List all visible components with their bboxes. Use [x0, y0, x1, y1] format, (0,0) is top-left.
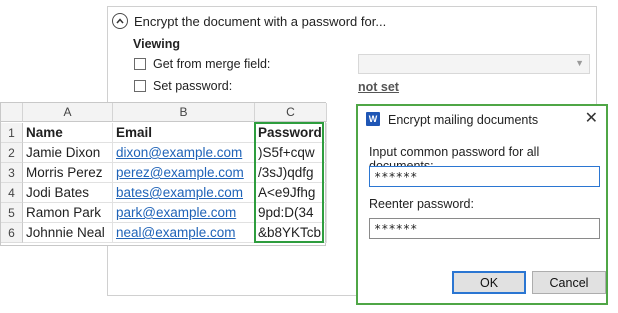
name-cell[interactable]: Johnnie Neal	[23, 223, 113, 243]
set-password-label: Set password:	[153, 79, 233, 93]
email-cell[interactable]: dixon@example.com	[113, 143, 255, 163]
name-cell[interactable]: Ramon Park	[23, 203, 113, 223]
cancel-button[interactable]: Cancel	[532, 271, 606, 294]
not-set-link[interactable]: not set	[358, 80, 399, 94]
row-header[interactable]: 1	[1, 123, 23, 143]
dialog-titlebar: W Encrypt mailing documents ✕	[358, 106, 606, 134]
row-header[interactable]: 3	[1, 163, 23, 183]
header-cell-password[interactable]: Password	[255, 123, 327, 143]
password-cell[interactable]: &b8YKTcb	[255, 223, 327, 243]
name-cell[interactable]: Jodi Bates	[23, 183, 113, 203]
row-header[interactable]: 2	[1, 143, 23, 163]
password-cell[interactable]: )S5f+cqw	[255, 143, 327, 163]
reenter-password-input[interactable]: ******	[369, 218, 600, 239]
column-header-c[interactable]: C	[255, 103, 327, 122]
select-all-corner[interactable]	[1, 103, 23, 122]
merge-field-dropdown[interactable]: ▼	[358, 54, 590, 74]
password-cell[interactable]: /3sJ)qdfg	[255, 163, 327, 183]
chevron-up-icon[interactable]	[112, 13, 128, 29]
header-cell-name[interactable]: Name	[23, 123, 113, 143]
column-header-b[interactable]: B	[113, 103, 255, 122]
panel-title: Encrypt the document with a password for…	[134, 13, 387, 29]
merge-field-label: Get from merge field:	[153, 57, 271, 71]
merge-field-checkbox[interactable]	[134, 58, 146, 70]
panel-header: Encrypt the document with a password for…	[112, 11, 386, 31]
chevron-down-icon: ▼	[575, 58, 584, 68]
set-password-checkbox[interactable]	[134, 80, 146, 92]
word-icon: W	[366, 112, 380, 126]
email-cell[interactable]: bates@example.com	[113, 183, 255, 203]
dialog-title: Encrypt mailing documents	[388, 113, 539, 127]
name-cell[interactable]: Jamie Dixon	[23, 143, 113, 163]
row-header[interactable]: 6	[1, 223, 23, 243]
merge-field-option[interactable]: Get from merge field:	[134, 57, 270, 71]
viewing-section-label: Viewing	[133, 37, 181, 51]
close-icon[interactable]: ✕	[585, 110, 598, 128]
spreadsheet: A B C 1 Name Email Password 2 Jamie Dixo…	[0, 102, 327, 246]
row-header[interactable]: 4	[1, 183, 23, 203]
email-cell[interactable]: park@example.com	[113, 203, 255, 223]
name-cell[interactable]: Morris Perez	[23, 163, 113, 183]
email-cell[interactable]: neal@example.com	[113, 223, 255, 243]
ok-button[interactable]: OK	[452, 271, 526, 294]
email-cell[interactable]: perez@example.com	[113, 163, 255, 183]
set-password-option[interactable]: Set password:	[134, 79, 232, 93]
column-header-a[interactable]: A	[23, 103, 113, 122]
password-cell[interactable]: A<e9Jfhg	[255, 183, 327, 203]
encrypt-mailing-dialog: W Encrypt mailing documents ✕ Input comm…	[356, 104, 608, 305]
password-cell[interactable]: 9pd:D(34	[255, 203, 327, 223]
password-input[interactable]: ******	[369, 166, 600, 187]
header-cell-email[interactable]: Email	[113, 123, 255, 143]
row-header[interactable]: 5	[1, 203, 23, 223]
reenter-password-label: Reenter password:	[369, 197, 474, 211]
